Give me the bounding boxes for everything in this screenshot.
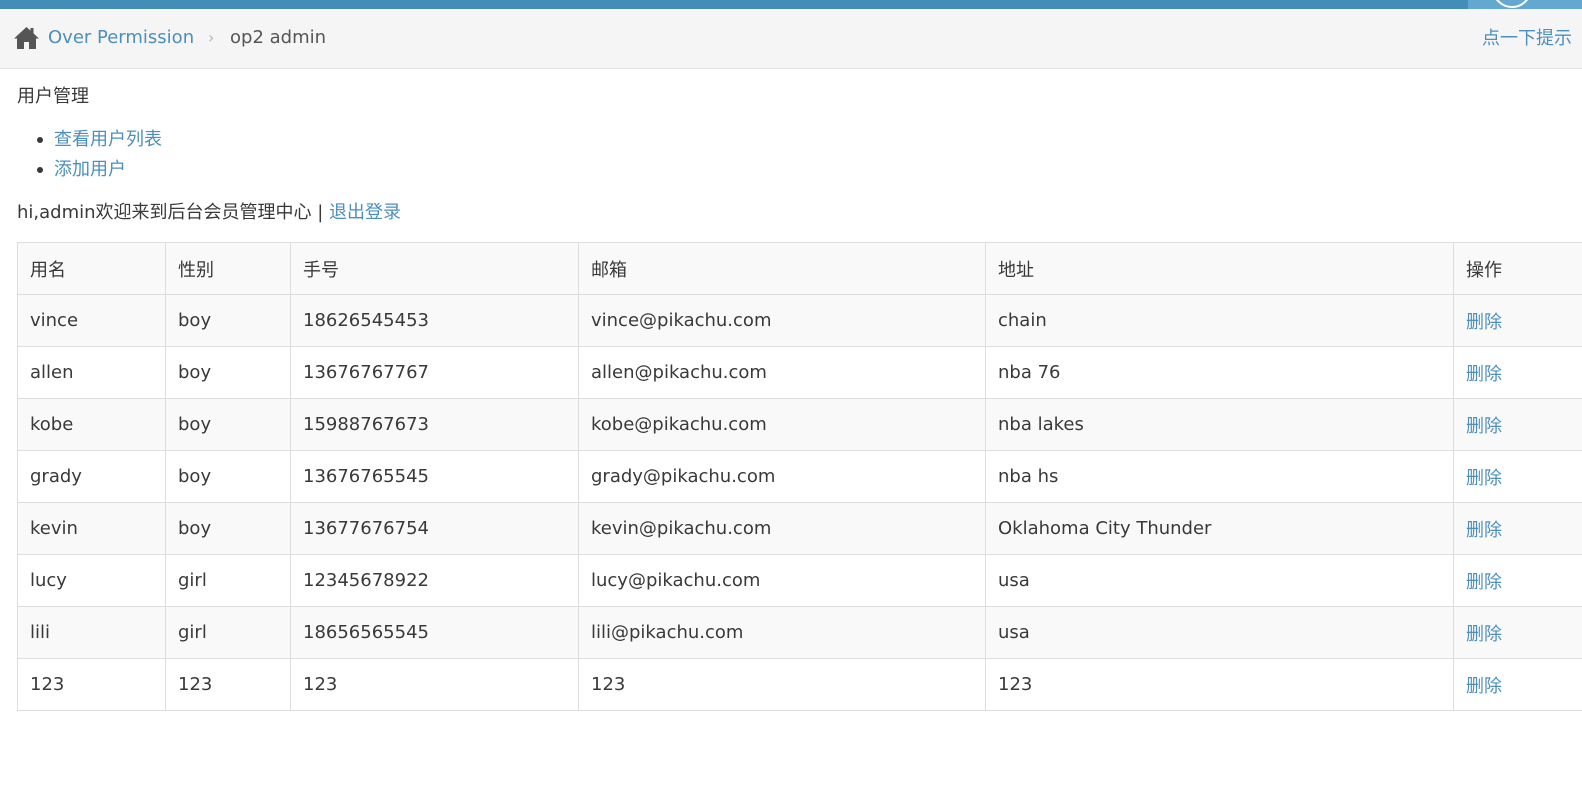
welcome-message: hi,admin欢迎来到后台会员管理中心 | 退出登录	[17, 200, 401, 226]
delete-link[interactable]: 删除	[1466, 416, 1502, 437]
cell-email: vince@pikachu.com	[578, 294, 986, 347]
table-row: grady boy 13676765545 grady@pikachu.com …	[17, 450, 1582, 503]
column-header-gender: 性别	[165, 242, 291, 295]
cell-address: nba hs	[985, 450, 1454, 503]
delete-link[interactable]: 删除	[1466, 572, 1502, 593]
cell-gender: 123	[165, 658, 291, 711]
cell-gender: boy	[165, 450, 291, 503]
cell-username: lucy	[17, 554, 166, 607]
table-row: lucy girl 12345678922 lucy@pikachu.com u…	[17, 554, 1582, 607]
hint-link[interactable]: 点一下提示	[1482, 27, 1572, 51]
cell-address: nba 76	[985, 346, 1454, 399]
table-row: vince boy 18626545453 vince@pikachu.com …	[17, 294, 1582, 347]
table-row: allen boy 13676767767 allen@pikachu.com …	[17, 346, 1582, 399]
cell-action: 删除	[1453, 502, 1582, 555]
table-row: kobe boy 15988767673 kobe@pikachu.com nb…	[17, 398, 1582, 451]
cell-address: chain	[985, 294, 1454, 347]
menu-item-add-user: 添加用户	[17, 155, 162, 185]
cell-phone: 18626545453	[290, 294, 579, 347]
welcome-text: hi,admin欢迎来到后台会员管理中心 |	[17, 202, 330, 223]
cell-address: usa	[985, 606, 1454, 659]
delete-link[interactable]: 删除	[1466, 676, 1502, 697]
cell-username: grady	[17, 450, 166, 503]
cell-gender: girl	[165, 606, 291, 659]
cell-action: 删除	[1453, 658, 1582, 711]
cell-action: 删除	[1453, 346, 1582, 399]
cell-action: 删除	[1453, 606, 1582, 659]
cell-action: 删除	[1453, 398, 1582, 451]
cell-email: kevin@pikachu.com	[578, 502, 986, 555]
user-table: 用名 性别 手号 邮箱 地址 操作 vince boy 18626545453 …	[17, 242, 1582, 711]
column-header-phone: 手号	[290, 242, 579, 295]
table-row: 123 123 123 123 123 删除	[17, 658, 1582, 711]
bullet-icon	[37, 137, 43, 143]
cell-phone: 13677676754	[290, 502, 579, 555]
cell-email: 123	[578, 658, 986, 711]
cell-gender: boy	[165, 398, 291, 451]
column-header-address: 地址	[985, 242, 1454, 295]
cell-phone: 12345678922	[290, 554, 579, 607]
cell-email: allen@pikachu.com	[578, 346, 986, 399]
chevron-right-icon: ›	[208, 28, 215, 47]
table-header-row: 用名 性别 手号 邮箱 地址 操作	[17, 242, 1582, 295]
cell-gender: boy	[165, 294, 291, 347]
cell-username: vince	[17, 294, 166, 347]
column-header-action: 操作	[1453, 242, 1582, 295]
table-row: lili girl 18656565545 lili@pikachu.com u…	[17, 606, 1582, 659]
cell-username: kevin	[17, 502, 166, 555]
cell-address: nba lakes	[985, 398, 1454, 451]
table-row: kevin boy 13677676754 kevin@pikachu.com …	[17, 502, 1582, 555]
cell-email: lucy@pikachu.com	[578, 554, 986, 607]
delete-link[interactable]: 删除	[1466, 520, 1502, 541]
delete-link[interactable]: 删除	[1466, 468, 1502, 489]
cell-address: usa	[985, 554, 1454, 607]
cell-username: lili	[17, 606, 166, 659]
cell-phone: 123	[290, 658, 579, 711]
cell-action: 删除	[1453, 450, 1582, 503]
cell-phone: 15988767673	[290, 398, 579, 451]
cell-phone: 13676765545	[290, 450, 579, 503]
menu-item-view-users: 查看用户列表	[17, 125, 162, 155]
cell-username: 123	[17, 658, 166, 711]
bullet-icon	[37, 167, 43, 173]
top-navbar	[0, 0, 1582, 9]
column-header-username: 用名	[17, 242, 166, 295]
cell-email: kobe@pikachu.com	[578, 398, 986, 451]
cell-username: allen	[17, 346, 166, 399]
cell-action: 删除	[1453, 554, 1582, 607]
section-title: 用户管理	[17, 86, 89, 107]
user-avatar-area[interactable]	[1468, 0, 1582, 9]
add-user-link[interactable]: 添加用户	[54, 159, 126, 180]
cell-email: grady@pikachu.com	[578, 450, 986, 503]
cell-address: Oklahoma City Thunder	[985, 502, 1454, 555]
cell-phone: 13676767767	[290, 346, 579, 399]
delete-link[interactable]: 删除	[1466, 624, 1502, 645]
cell-address: 123	[985, 658, 1454, 711]
avatar[interactable]	[1492, 0, 1532, 8]
cell-gender: boy	[165, 346, 291, 399]
logout-link[interactable]: 退出登录	[329, 202, 401, 223]
cell-action: 删除	[1453, 294, 1582, 347]
cell-gender: girl	[165, 554, 291, 607]
delete-link[interactable]: 删除	[1466, 364, 1502, 385]
cell-phone: 18656565545	[290, 606, 579, 659]
cell-email: lili@pikachu.com	[578, 606, 986, 659]
home-icon	[14, 27, 39, 49]
cell-gender: boy	[165, 502, 291, 555]
breadcrumb-link-over-permission[interactable]: Over Permission	[48, 25, 194, 51]
delete-link[interactable]: 删除	[1466, 312, 1502, 333]
cell-username: kobe	[17, 398, 166, 451]
breadcrumb-current: op2 admin	[230, 27, 327, 48]
view-user-list-link[interactable]: 查看用户列表	[54, 129, 162, 150]
breadcrumb: Over Permission › op2 admin 点一下提示	[0, 9, 1582, 69]
user-menu: 查看用户列表 添加用户	[17, 125, 162, 185]
column-header-email: 邮箱	[578, 242, 986, 295]
